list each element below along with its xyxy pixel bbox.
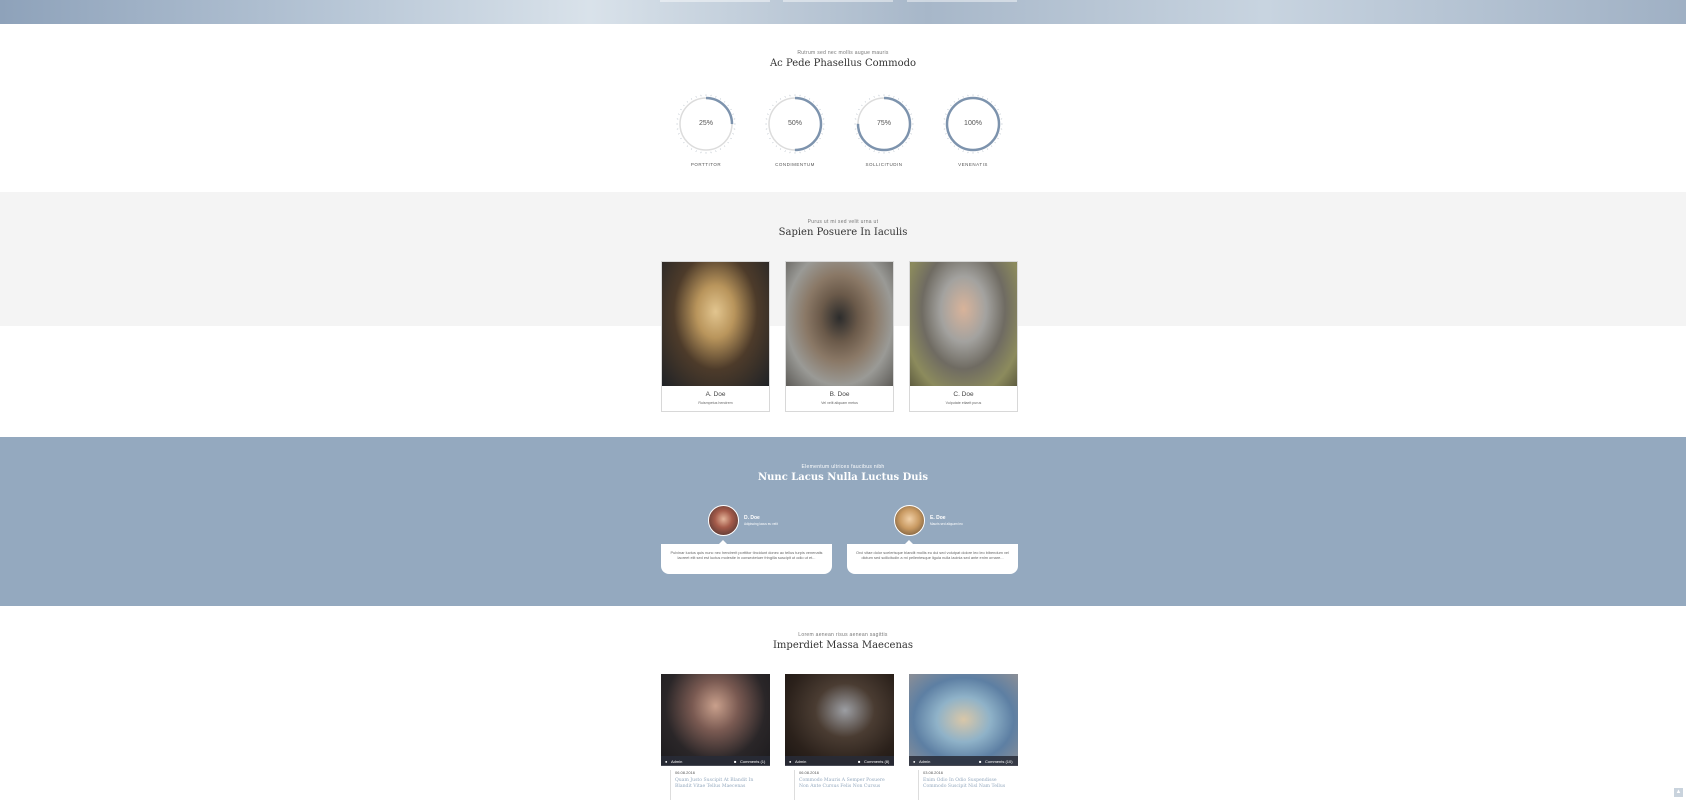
blog-post-date: 06.08.2016 (675, 770, 696, 775)
scroll-to-top-button[interactable]: ▲ (1674, 788, 1683, 797)
blog-post-meta-bar: ● Admin ■ Comments (1) (661, 756, 770, 766)
skill-percent: 75% (876, 120, 891, 127)
blog-post-divider (794, 770, 795, 800)
blog-post-divider (670, 770, 671, 800)
skill-label: Sollicitudin (865, 162, 903, 167)
testimonial-text: Orci vitae dolor scelerisque blandit mol… (856, 550, 1009, 561)
skill-percent: 50% (787, 120, 802, 127)
testimonials-kicker: Elementum ultrices faucibus nibh (801, 464, 885, 470)
team-member-name: A. Doe (705, 391, 726, 398)
skills-kicker: Rutrum sed nec mollis augue mauris (797, 50, 889, 56)
blog-post-title[interactable]: Commodo Mauris A Semper Posuere Non Ante… (799, 778, 889, 790)
skills-title: Ac Pede Phasellus Commodo (769, 58, 917, 69)
blog-post-divider (918, 770, 919, 800)
blog-section: Lorem aenean risus aenean sagittis Imper… (0, 606, 1686, 800)
team-title: Sapien Posuere In Iaculis (778, 227, 908, 238)
skill-ring: 100% (943, 94, 1003, 154)
testimonial-avatar (708, 505, 739, 536)
team-member-name: C. Doe (953, 391, 974, 398)
skill-ring: 25% (676, 94, 736, 154)
testimonial-name: D. Doe (744, 515, 760, 521)
blog-heading: Lorem aenean risus aenean sagittis Imper… (0, 632, 1686, 651)
testimonial-quote: Pulvinar luctus quis nunc nec hendrerit … (661, 540, 832, 574)
comment-icon: ■ (979, 758, 982, 764)
hero-tab-bar (660, 0, 770, 2)
blog-post-author[interactable]: Admin (671, 759, 682, 764)
author-icon: ● (913, 758, 916, 764)
blog-post-comments[interactable]: Comments (1) (740, 759, 765, 764)
blog-post-image[interactable] (661, 674, 770, 765)
testimonials-title: Nunc Lacus Nulla Luctus Duis (758, 472, 928, 483)
skill-label: Venenatis (958, 162, 988, 167)
team-member-name: B. Doe (829, 391, 850, 398)
blog-post-meta-bar: ● Admin ■ Comments (8) (785, 756, 894, 766)
team-heading: Purus ut mi sed velit urna ut Sapien Pos… (0, 219, 1686, 238)
testimonial-role: Adipiscing lacus eu velit (744, 522, 778, 526)
skills-section: Rutrum sed nec mollis augue mauris Ac Pe… (0, 24, 1686, 192)
skill-ring: 50% (765, 94, 825, 154)
author-icon: ● (665, 758, 668, 764)
team-photo (910, 262, 1017, 386)
team-card[interactable]: B. Doe Vel velit aliquam metus (785, 261, 894, 412)
testimonial-role: Mauris sed aliquam leo (930, 522, 963, 526)
testimonial-quote: Orci vitae dolor scelerisque blandit mol… (847, 540, 1018, 574)
testimonial-avatar (894, 505, 925, 536)
hero-image-strip (0, 0, 1686, 24)
skills-heading: Rutrum sed nec mollis augue mauris Ac Pe… (0, 50, 1686, 69)
team-photo (662, 262, 769, 386)
team-kicker: Purus ut mi sed velit urna ut (807, 219, 879, 225)
skill-label: Condimentum (775, 162, 815, 167)
comment-icon: ■ (734, 758, 737, 764)
blog-post-date: 06.08.2016 (799, 770, 820, 775)
comment-icon: ■ (858, 758, 861, 764)
team-member-role: Ruismpetus hendrem (698, 401, 733, 405)
hero-tab-bar (907, 0, 1017, 2)
team-member-role: Vulputate etiaeit purus (945, 401, 982, 405)
blog-post-title[interactable]: Quam Justo Suscipit At Blandit In Blandi… (675, 778, 765, 790)
team-card[interactable]: A. Doe Ruismpetus hendrem (661, 261, 770, 412)
blog-post-image[interactable] (785, 674, 894, 765)
testimonial-name: E. Doe (930, 515, 946, 521)
testimonial-text: Pulvinar luctus quis nunc nec hendrerit … (670, 550, 823, 561)
blog-title: Imperdiet Massa Maecenas (772, 640, 914, 651)
team-member-role: Vel velit aliquam metus (821, 401, 858, 405)
blog-post-date: 03.08.2016 (923, 770, 944, 775)
testimonials-heading: Elementum ultrices faucibus nibh Nunc La… (0, 464, 1686, 483)
hero-tab-bar (783, 0, 893, 2)
blog-post-comments[interactable]: Comments (8) (864, 759, 889, 764)
testimonials-section: Elementum ultrices faucibus nibh Nunc La… (0, 437, 1686, 606)
blog-post-title[interactable]: Enim Odio In Odio Suspendisse Commodo Su… (923, 778, 1013, 790)
skill-ring: 75% (854, 94, 914, 154)
blog-post-comments[interactable]: Comments (10) (985, 759, 1013, 764)
team-photo (786, 262, 893, 386)
blog-post-author[interactable]: Admin (795, 759, 806, 764)
skill-percent: 100% (964, 120, 982, 127)
blog-post-meta-bar: ● Admin ■ Comments (10) (909, 756, 1018, 766)
blog-post-author[interactable]: Admin (919, 759, 930, 764)
page: Rutrum sed nec mollis augue mauris Ac Pe… (0, 0, 1686, 800)
blog-post-image[interactable] (909, 674, 1018, 765)
author-icon: ● (789, 758, 792, 764)
blog-kicker: Lorem aenean risus aenean sagittis (798, 632, 888, 638)
team-card[interactable]: C. Doe Vulputate etiaeit purus (909, 261, 1018, 412)
skill-label: Porttitor (690, 162, 722, 167)
skill-percent: 25% (698, 120, 713, 127)
